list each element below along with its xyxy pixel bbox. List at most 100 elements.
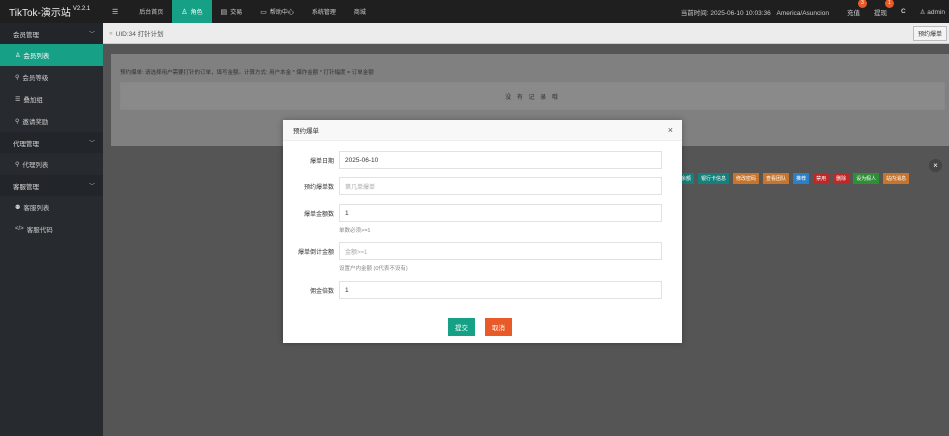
close-icon[interactable]: × bbox=[668, 125, 673, 135]
user-icon: ♙ bbox=[15, 52, 21, 59]
refresh-icon: C bbox=[900, 8, 906, 15]
link-icon: ⚲ bbox=[15, 161, 20, 168]
action-bank-info-button[interactable]: 银行卡信息 bbox=[698, 173, 730, 184]
nav-mall[interactable]: 商城 bbox=[345, 0, 375, 23]
nav-label: 商城 bbox=[353, 10, 366, 16]
reserve-burst-button[interactable]: 预约爆单 bbox=[912, 25, 947, 41]
field-label: 爆单金额数 bbox=[303, 211, 334, 218]
refresh-button[interactable]: C bbox=[901, 8, 906, 15]
commission-multiplier-input[interactable]: 1 bbox=[339, 281, 662, 299]
sidebar-item-label: 邀请奖励 bbox=[22, 119, 49, 126]
field-label: 爆单日期 bbox=[309, 158, 334, 165]
chevron-down-icon: ﹀ bbox=[88, 184, 95, 190]
brand-title: TikTok-演示站 bbox=[9, 8, 71, 19]
close-icon[interactable]: × bbox=[929, 159, 942, 172]
breadcrumb-separator: » bbox=[109, 29, 113, 37]
field-hint: 设置户内金额 (0代表不设有) bbox=[339, 266, 408, 272]
sidebar-item-invite-reward[interactable]: ⚲ 邀请奖励 bbox=[0, 110, 103, 132]
sidebar-item-service-list[interactable]: ⚉ 客服列表 bbox=[0, 196, 103, 218]
sidebar-group-members[interactable]: 会员管理 ﹀ bbox=[0, 23, 103, 44]
withdraw-link[interactable]: 提现 1 bbox=[873, 0, 894, 17]
field-row-amount: 爆单金额数 1 bbox=[283, 204, 682, 222]
trade-icon: ▤ bbox=[220, 8, 228, 16]
action-recommend-button[interactable]: 推荐 bbox=[793, 173, 810, 184]
sidebar-group-service[interactable]: 客服管理 ﹀ bbox=[0, 175, 103, 196]
time-label: 当前时间: bbox=[680, 9, 709, 17]
modal-title: 预约爆单 bbox=[293, 128, 319, 135]
sidebar-group-agents[interactable]: 代理管理 ﹀ bbox=[0, 132, 103, 153]
sidebar-item-member-list[interactable]: ♙ 会员列表 bbox=[0, 44, 103, 66]
action-change-password-button[interactable]: 修改密码 bbox=[733, 173, 760, 184]
menu-toggle-button[interactable]: ☰ bbox=[103, 0, 130, 23]
top-right: 当前时间: 2025-06-10 10:03:36 America/Asunci… bbox=[681, 0, 949, 23]
burst-amount-input[interactable]: 1 bbox=[339, 204, 662, 222]
order-number-input[interactable]: 第几单爆单 bbox=[339, 177, 662, 195]
nav-system[interactable]: 系统管理 bbox=[303, 0, 345, 23]
help-icon: ▭ bbox=[260, 8, 267, 16]
action-disable-button[interactable]: 禁用 bbox=[813, 173, 830, 184]
link-icon: ⚲ bbox=[15, 118, 20, 125]
group-label: 客服管理 bbox=[13, 183, 39, 191]
action-view-team-button[interactable]: 查看团队 bbox=[763, 173, 790, 184]
field-row-commission: 佣金倍数 1 bbox=[283, 281, 682, 299]
nav-home[interactable]: 后台首页 bbox=[130, 0, 172, 23]
withdraw-badge: 1 bbox=[884, 0, 894, 8]
code-icon: </> bbox=[15, 226, 24, 232]
field-label: 佣金倍数 bbox=[309, 288, 334, 295]
sidebar-item-label: 客服代码 bbox=[26, 227, 53, 234]
chevron-down-icon: ﹀ bbox=[88, 141, 95, 147]
nav-role[interactable]: ♙ 角色 bbox=[172, 0, 212, 23]
countdown-amount-input[interactable]: 金额>=1 bbox=[339, 242, 662, 260]
timezone: America/Asuncion bbox=[776, 9, 829, 17]
sidebar-item-label: 会员等级 bbox=[22, 75, 49, 82]
recharge-badge: 3 bbox=[857, 0, 867, 8]
empty-table-message: 没 有 记 录 哦 bbox=[120, 82, 945, 110]
group-label: 代理管理 bbox=[13, 140, 39, 148]
top-nav: ☰ 后台首页 ♙ 角色 ▤ 交易 ▭ 帮助中心 系统管理 商城 bbox=[103, 0, 375, 23]
modal-header: 预约爆单 × bbox=[283, 120, 682, 141]
instruction-text: 预约爆单: 请选择用户需要打针的订单，填写金额。计算方式: 用户本金 * 爆炸金… bbox=[120, 70, 374, 76]
brand[interactable]: TikTok-演示站 V2.2.1 bbox=[0, 0, 103, 23]
action-set-fake-button[interactable]: 设为假人 bbox=[853, 173, 880, 184]
sidebar-item-label: 会员列表 bbox=[23, 53, 50, 60]
user-menu[interactable]: ♙ admin bbox=[920, 8, 945, 16]
sidebar-item-label: 代理列表 bbox=[22, 162, 49, 169]
withdraw-label: 提现 bbox=[873, 9, 887, 17]
nav-label: 交易 bbox=[230, 10, 243, 16]
link-icon: ⚲ bbox=[15, 74, 20, 81]
user-icon: ♙ bbox=[919, 8, 926, 16]
nav-label: 角色 bbox=[190, 10, 203, 16]
field-row-date: 爆单日期 2025-06-10 bbox=[283, 151, 682, 169]
cancel-button[interactable]: 取消 bbox=[485, 318, 512, 336]
field-row-countdown-amount: 爆单倒计金额 金额>=1 bbox=[283, 242, 682, 260]
list-icon: ☰ bbox=[15, 96, 21, 103]
action-message-button[interactable]: 站内消息 bbox=[883, 173, 910, 184]
nav-label: 系统管理 bbox=[311, 10, 336, 16]
users-icon: ⚉ bbox=[15, 204, 21, 211]
top-bar: TikTok-演示站 V2.2.1 ☰ 后台首页 ♙ 角色 ▤ 交易 ▭ 帮助中… bbox=[0, 0, 949, 23]
group-label: 会员管理 bbox=[13, 31, 39, 39]
action-delete-button[interactable]: 删除 bbox=[833, 173, 850, 184]
sidebar: 会员管理 ﹀ ♙ 会员列表 ⚲ 会员等级 ☰ 叠加组 ⚲ 邀请奖励 代理管理 ﹀… bbox=[0, 23, 103, 436]
nav-trade[interactable]: ▤ 交易 bbox=[212, 0, 252, 23]
user-name: admin bbox=[927, 8, 945, 16]
nav-label: 帮助中心 bbox=[269, 10, 294, 16]
sidebar-item-label: 叠加组 bbox=[23, 97, 43, 104]
breadcrumb-current: UID:34 打针计划 bbox=[115, 31, 164, 38]
current-time: 当前时间: 2025-06-10 10:03:36 America/Asunci… bbox=[681, 7, 829, 17]
sidebar-item-service-code[interactable]: </> 客服代码 bbox=[0, 218, 103, 240]
user-icon: ♙ bbox=[181, 8, 188, 16]
submit-button[interactable]: 提交 bbox=[448, 318, 475, 336]
breadcrumb: » UID:34 打针计划 预约爆单 bbox=[103, 23, 949, 44]
field-hint: 单数必须>=1 bbox=[339, 228, 371, 234]
nav-help[interactable]: ▭ 帮助中心 bbox=[251, 0, 303, 23]
brand-version: V2.2.1 bbox=[72, 5, 91, 12]
sidebar-item-label: 客服列表 bbox=[23, 205, 50, 212]
sidebar-item-stack-group[interactable]: ☰ 叠加组 bbox=[0, 88, 103, 110]
sidebar-item-member-level[interactable]: ⚲ 会员等级 bbox=[0, 66, 103, 88]
sidebar-item-agent-list[interactable]: ⚲ 代理列表 bbox=[0, 153, 103, 175]
burst-date-input[interactable]: 2025-06-10 bbox=[339, 151, 662, 169]
recharge-link[interactable]: 充值 3 bbox=[846, 0, 867, 17]
reserve-burst-modal: 预约爆单 × 爆单日期 2025-06-10 预约爆单数 第几单爆单 爆单金额数… bbox=[283, 120, 682, 343]
recharge-label: 充值 bbox=[846, 9, 860, 17]
